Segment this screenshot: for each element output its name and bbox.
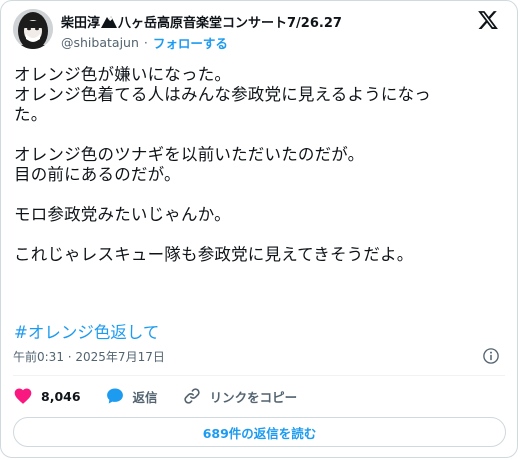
reply-label: 返信 — [132, 389, 158, 405]
read-replies-label: 689件の返信を読む — [202, 425, 317, 441]
tweet-line: モロ参政党みたいじゃんか。 — [14, 205, 231, 224]
author-handle[interactable]: @shibatajun — [61, 35, 139, 50]
link-icon — [183, 388, 200, 404]
copy-link-label: リンクをコピー — [209, 389, 298, 405]
tweet-text: オレンジ色が嫌いになった。 オレンジ色着てる人はみんな参政党に見えるようになっ … — [14, 65, 509, 285]
tweet-line: 目の前にあるのだが。 — [14, 165, 181, 184]
tweet-timestamp[interactable]: 午前0:31 · 2025年7月17日 — [13, 348, 165, 365]
copy-link-button[interactable]: リンクをコピー — [182, 386, 298, 406]
author-name-suffix: 八ヶ岳高原音楽堂コンサート7/26.27 — [118, 15, 342, 31]
tweet-line: オレンジ色着てる人はみんな参政党に見えるようになっ — [14, 85, 432, 104]
author-name-text: 柴田淳 — [61, 15, 101, 31]
action-bar: 8,046 返信 リンクをコピー — [13, 382, 321, 410]
tweet-paragraph: オレンジ色が嫌いになった。 オレンジ色着てる人はみんな参政党に見えるようになっ … — [14, 65, 509, 125]
tweet-paragraph: モロ参政党みたいじゃんか。 — [14, 205, 509, 225]
tweet-paragraph: これじゃレスキュー隊も参政党に見えてきそうだよ。 — [14, 245, 509, 265]
separator-dot: · — [143, 34, 148, 50]
like-button[interactable]: 8,046 — [13, 386, 81, 406]
reply-bubble-icon — [106, 388, 123, 404]
like-count: 8,046 — [41, 388, 81, 404]
heart-icon — [14, 388, 32, 404]
x-logo-icon[interactable] — [477, 9, 499, 31]
follow-button[interactable]: フォローする — [153, 33, 228, 52]
tweet-paragraph: オレンジ色のツナギを以前いただいたのだが。 目の前にあるのだが。 — [14, 145, 509, 185]
author-name[interactable]: 柴田淳 八ヶ岳高原音楽堂コンサート7/26.27 — [61, 12, 342, 31]
avatar-photo-icon — [13, 9, 53, 49]
author-handle-row: @shibatajun · フォローする — [61, 33, 228, 51]
reply-button[interactable]: 返信 — [105, 386, 158, 406]
avatar[interactable] — [13, 9, 53, 49]
read-replies-button[interactable]: 689件の返信を読む — [13, 417, 506, 447]
divider — [13, 375, 505, 376]
tweet-line: これじゃレスキュー隊も参政党に見えてきそうだよ。 — [14, 245, 414, 264]
tweet-line: オレンジ色が嫌いになった。 — [14, 65, 232, 84]
tweet-card: 柴田淳 八ヶ岳高原音楽堂コンサート7/26.27 @shibatajun · フ… — [0, 0, 518, 458]
tweet-line: オレンジ色のツナギを以前いただいたのだが。 — [14, 145, 365, 164]
tweet-line: た。 — [14, 105, 48, 124]
hashtag-link[interactable]: #オレンジ色返して — [14, 319, 159, 343]
info-icon[interactable] — [482, 347, 500, 365]
mountain-icon — [101, 15, 118, 28]
